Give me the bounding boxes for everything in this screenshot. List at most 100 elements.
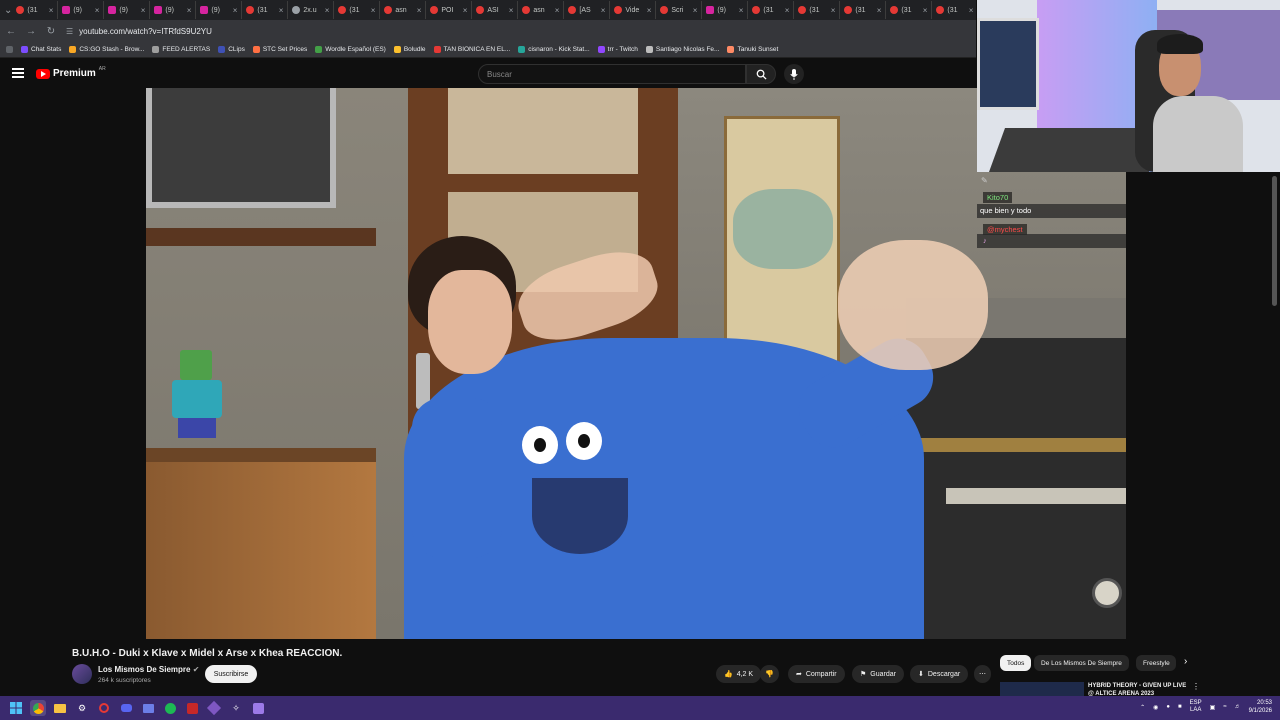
back-icon[interactable]: ← xyxy=(6,26,16,37)
tab-close-icon[interactable]: × xyxy=(325,6,330,15)
url-field[interactable]: ☰ youtube.com/watch?v=ITRfdS9U2YU xyxy=(66,27,212,36)
more-actions-button[interactable]: ⋯ xyxy=(974,665,991,683)
chip-all[interactable]: Todos xyxy=(1000,655,1032,671)
browser-tab[interactable]: (31 × xyxy=(840,1,887,19)
download-button[interactable]: ⬇ Descargar xyxy=(910,665,969,683)
browser-tab[interactable]: (31 × xyxy=(334,1,381,19)
chrome-icon[interactable] xyxy=(30,700,46,716)
tab-close-icon[interactable]: × xyxy=(141,6,146,15)
browser-tab[interactable]: 2x.u × xyxy=(288,1,335,19)
bookmark-item[interactable]: CLips xyxy=(218,46,245,53)
taskbar-clock[interactable]: 20:53 9/1/2026 xyxy=(1249,699,1272,715)
share-button[interactable]: ➦ Compartir xyxy=(788,665,845,683)
bookmark-item[interactable]: Boludle xyxy=(393,46,426,53)
bookmark-item[interactable]: Tanuki Sunset xyxy=(727,46,778,53)
tab-close-icon[interactable]: × xyxy=(187,6,192,15)
bookmark-item[interactable]: STC Set Prices xyxy=(252,46,307,53)
tab-close-icon[interactable]: × xyxy=(417,6,422,15)
site-info-icon[interactable]: ☰ xyxy=(66,27,73,36)
language-indicator[interactable]: ESP LAA xyxy=(1190,700,1202,714)
bookmark-item[interactable]: Wordle Español (ES) xyxy=(315,46,386,53)
browser-tab[interactable]: asn × xyxy=(518,1,565,19)
app-icon[interactable] xyxy=(206,700,222,716)
chevron-up-icon[interactable]: ⌃ xyxy=(1140,704,1145,711)
tab-close-icon[interactable]: × xyxy=(233,6,238,15)
tab-close-icon[interactable]: × xyxy=(647,6,652,15)
tab-close-icon[interactable]: × xyxy=(555,6,560,15)
bookmark-item[interactable]: Chat Stats xyxy=(21,46,61,53)
bookmark-item[interactable]: TAN BIONICA EN EL... xyxy=(433,46,510,53)
app-icon[interactable]: ✧ xyxy=(228,700,244,716)
bookmark-item[interactable]: CS:GO Stash - Brow... xyxy=(69,46,144,53)
app-tray-icon[interactable]: ■ xyxy=(1178,704,1182,710)
discord-icon[interactable] xyxy=(118,700,134,716)
tab-close-icon[interactable]: × xyxy=(463,6,468,15)
youtube-logo[interactable]: Premium AR xyxy=(36,66,106,79)
search-input[interactable]: Buscar xyxy=(478,64,746,84)
tab-close-icon[interactable]: × xyxy=(739,6,744,15)
recommended-title[interactable]: HYBRID THEORY - GIVEN UP LIVE @ ALTICE A… xyxy=(1088,682,1188,696)
file-explorer-icon[interactable] xyxy=(52,700,68,716)
display-icon[interactable]: ▣ xyxy=(1210,704,1216,711)
microphone-tray-icon[interactable]: ● xyxy=(1166,704,1170,710)
tab-close-icon[interactable]: × xyxy=(877,6,882,15)
chips-next-icon[interactable]: › xyxy=(1184,656,1187,667)
recommended-more-icon[interactable]: ⋮ xyxy=(1192,682,1200,691)
browser-tab[interactable]: Vide × xyxy=(610,1,657,19)
apps-icon[interactable] xyxy=(6,46,13,53)
save-button[interactable]: ⚑ Guardar xyxy=(852,665,904,683)
tab-close-icon[interactable]: × xyxy=(49,6,54,15)
windows-start-icon[interactable] xyxy=(8,700,24,716)
voice-search-button[interactable] xyxy=(784,64,804,84)
tab-close-icon[interactable]: × xyxy=(923,6,928,15)
tab-close-icon[interactable]: × xyxy=(371,6,376,15)
browser-tab[interactable]: (9) × xyxy=(104,1,151,19)
steam-icon[interactable]: ⚙ xyxy=(74,700,90,716)
tab-close-icon[interactable]: × xyxy=(509,6,514,15)
chip-channel[interactable]: De Los Mismos De Siempre xyxy=(1034,655,1129,671)
tab-close-icon[interactable]: × xyxy=(279,6,284,15)
tab-close-icon[interactable]: × xyxy=(969,6,974,15)
tab-close-icon[interactable]: × xyxy=(95,6,100,15)
volume-icon[interactable]: ♬ xyxy=(1235,704,1241,710)
forward-icon[interactable]: → xyxy=(26,26,36,37)
wifi-icon[interactable]: ≈ xyxy=(1223,704,1226,710)
bookmark-item[interactable]: trr - Twitch xyxy=(597,46,638,53)
app-icon[interactable] xyxy=(96,700,112,716)
bookmark-item[interactable]: cisnaron - Kick Stat... xyxy=(518,46,590,53)
browser-tab[interactable]: (9) × xyxy=(150,1,197,19)
tab-close-icon[interactable]: × xyxy=(601,6,606,15)
page-scrollbar[interactable] xyxy=(1272,176,1277,306)
channel-name[interactable]: Los Mismos De Siempre ✔ xyxy=(98,665,199,674)
browser-tab[interactable]: (9) × xyxy=(196,1,243,19)
tab-close-icon[interactable]: × xyxy=(831,6,836,15)
browser-tab[interactable]: POI × xyxy=(426,1,473,19)
spotify-icon[interactable] xyxy=(162,700,178,716)
browser-tab[interactable]: (31 × xyxy=(242,1,289,19)
dislike-button[interactable]: 👎 xyxy=(760,665,779,683)
browser-tab[interactable]: (31 × xyxy=(794,1,841,19)
tab-close-icon[interactable]: × xyxy=(785,6,790,15)
browser-tab[interactable]: [AS × xyxy=(564,1,611,19)
network-app-icon[interactable]: ◉ xyxy=(1153,704,1158,711)
chip-freestyle[interactable]: Freestyle xyxy=(1136,655,1176,671)
browser-tab[interactable]: (9) × xyxy=(58,1,105,19)
reload-icon[interactable]: ↻ xyxy=(46,26,56,37)
app-icon[interactable] xyxy=(250,700,266,716)
like-button[interactable]: 👍 4,2 K xyxy=(716,665,762,683)
recommended-thumbnail[interactable] xyxy=(1000,682,1084,696)
bookmark-item[interactable]: FEED ALERTAS xyxy=(152,46,210,53)
bookmark-item[interactable]: Santiago Nicolas Fe... xyxy=(645,46,719,53)
tab-close-icon[interactable]: × xyxy=(693,6,698,15)
browser-tab[interactable]: Scri × xyxy=(656,1,703,19)
subscribe-button[interactable]: Suscribirse xyxy=(205,665,257,683)
tab-search-icon[interactable]: ⌄ xyxy=(4,5,12,16)
browser-tab[interactable]: asn × xyxy=(380,1,427,19)
app-icon[interactable] xyxy=(140,700,156,716)
browser-tab[interactable]: (31 × xyxy=(748,1,795,19)
browser-tab[interactable]: (31 × xyxy=(12,1,59,19)
browser-tab[interactable]: (31 × xyxy=(886,1,933,19)
browser-tab[interactable]: (31 × xyxy=(932,1,976,19)
browser-tab[interactable]: ASI × xyxy=(472,1,519,19)
app-icon[interactable] xyxy=(184,700,200,716)
